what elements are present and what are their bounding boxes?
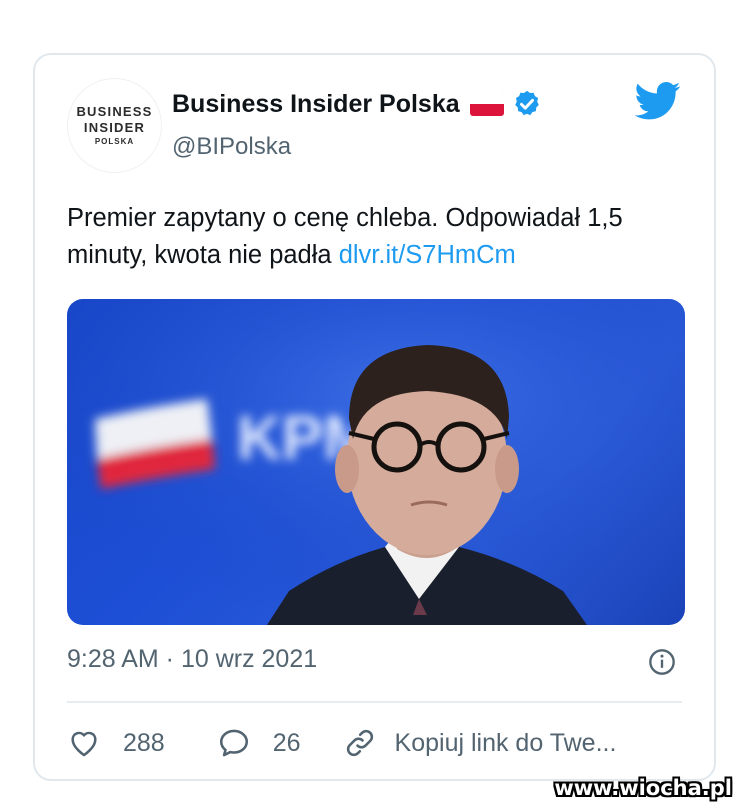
link-icon — [346, 729, 373, 757]
tweet-timestamp[interactable]: 9:28 AM · 10 wrz 2021 — [67, 645, 317, 674]
display-name[interactable]: Business Insider Polska — [172, 90, 460, 119]
poland-flag-icon — [469, 92, 504, 116]
divider — [67, 701, 682, 703]
avatar-logo-line3: POLSKA — [94, 136, 135, 146]
like-count: 288 — [123, 728, 165, 757]
reply-button[interactable]: 26 — [217, 726, 301, 760]
avatar-logo-line2: INSIDER — [83, 119, 146, 135]
twitter-bird-icon[interactable] — [635, 81, 681, 121]
tweet-card[interactable]: BUSINESS INSIDER POLSKA Business Insider… — [33, 53, 716, 781]
watermark: www.wiocha.pl — [554, 776, 732, 800]
tweet-text: Premier zapytany o cenę chleba. Odpowiad… — [67, 200, 687, 274]
tweet-image[interactable]: KPM — [67, 299, 685, 625]
author-row: Business Insider Polska — [172, 89, 542, 119]
reply-icon — [219, 729, 248, 757]
avatar-logo-line1: BUSINESS — [76, 103, 153, 119]
avatar[interactable]: BUSINESS INSIDER POLSKA — [67, 78, 162, 173]
verified-badge-icon — [514, 90, 539, 116]
reply-count: 26 — [272, 728, 301, 757]
action-bar: 288 26 Kopiuj link do Twe... — [67, 723, 616, 763]
author-handle[interactable]: @BIPolska — [172, 133, 291, 161]
info-icon[interactable] — [648, 648, 676, 676]
heart-icon — [71, 731, 97, 757]
copy-link-button[interactable]: Kopiuj link do Twe... — [343, 726, 617, 760]
tweet-link[interactable]: dlvr.it/S7HmCm — [339, 241, 516, 269]
like-button[interactable]: 288 — [67, 726, 165, 760]
prime-minister-photo: KPM — [67, 299, 685, 625]
copy-link-label: Kopiuj link do Twe... — [394, 728, 617, 757]
